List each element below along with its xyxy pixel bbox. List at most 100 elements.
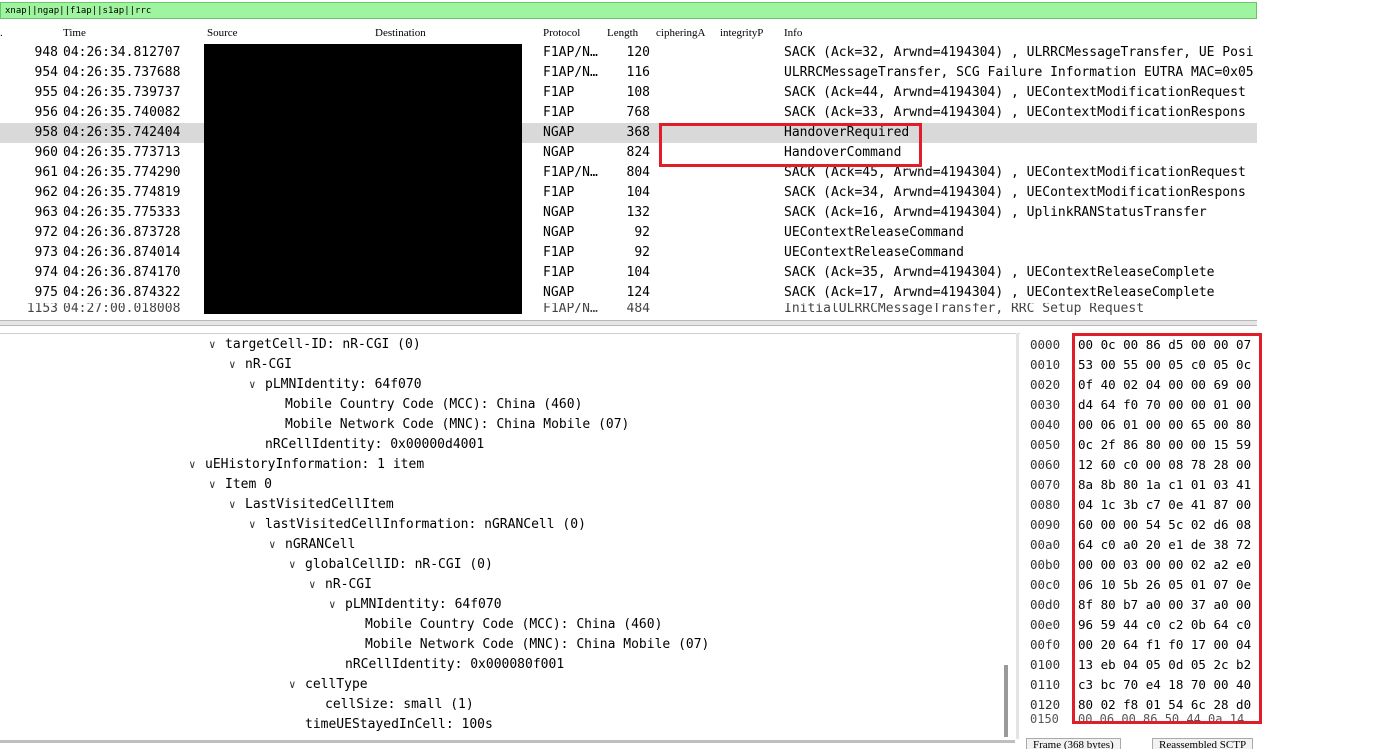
chevron-down-icon[interactable]: ∨ xyxy=(209,335,225,355)
tree-node[interactable]: Mobile Country Code (MCC): China (460) xyxy=(349,615,662,635)
chevron-down-icon[interactable]: ∨ xyxy=(209,475,225,495)
col-header-source[interactable]: Source xyxy=(207,27,238,39)
packet-info: UEContextReleaseCommand xyxy=(784,225,965,240)
packet-row[interactable]: 975 04:26:36.874322 NGAP 124 SACK (Ack=17, A… xyxy=(0,283,1257,303)
tree-node-label: pLMNIdentity: 64f070 xyxy=(345,597,502,612)
packet-no: 961 xyxy=(34,165,58,180)
tree-node[interactable]: ∨ pLMNIdentity: 64f070 xyxy=(249,375,422,395)
hex-offset: 0060 xyxy=(1030,457,1061,472)
col-header-ciphering[interactable]: cipheringA xyxy=(656,27,714,39)
packet-no: 962 xyxy=(34,185,58,200)
tree-node[interactable]: ∨ lastVisitedCellInformation: nGRANCell (… xyxy=(249,515,586,535)
packet-length: 804 xyxy=(626,165,650,180)
chevron-down-icon[interactable]: ∨ xyxy=(269,535,285,555)
tree-node-label: nRCellIdentity: 0x000080f001 xyxy=(345,657,565,672)
hex-offset: 0090 xyxy=(1030,517,1061,532)
tree-node[interactable]: ∨ pLMNIdentity: 64f070 xyxy=(329,595,502,615)
packet-row[interactable]: 961 04:26:35.774290 F1AP/N… 804 SACK (Ack=45… xyxy=(0,163,1257,183)
tree-node[interactable]: Mobile Country Code (MCC): China (460) xyxy=(269,395,582,415)
tree-node[interactable]: ∨ nR-CGI xyxy=(229,355,292,375)
tree-node[interactable]: ∨ LastVisitedCellItem xyxy=(229,495,394,515)
col-header-no[interactable]: . xyxy=(0,27,10,39)
packet-row[interactable]: 972 04:26:36.873728 NGAP 92 UEContextRelease… xyxy=(0,223,1257,243)
packet-row[interactable]: 962 04:26:35.774819 F1AP 104 SACK (Ack=34, A… xyxy=(0,183,1257,203)
packet-info: ULRRCMessageTransfer, SCG Failure Inform… xyxy=(784,65,1254,80)
packet-time: 04:26:35.737688 xyxy=(63,65,181,80)
col-header-time[interactable]: Time xyxy=(63,27,86,39)
packet-protocol: NGAP xyxy=(543,285,575,300)
bottom-scrollbar[interactable] xyxy=(0,740,1015,743)
packet-row[interactable]: 960 04:26:35.773713 NGAP 824 HandoverCommand xyxy=(0,143,1257,163)
packet-row[interactable]: 955 04:26:35.739737 F1AP 108 SACK (Ack=44, A… xyxy=(0,83,1257,103)
packet-protocol: NGAP xyxy=(543,205,575,220)
tree-node[interactable]: ∨ cellType xyxy=(289,675,368,695)
packet-protocol: NGAP xyxy=(543,145,575,160)
packet-time: 04:26:35.774290 xyxy=(63,165,181,180)
packet-protocol: F1AP/N… xyxy=(543,45,598,60)
display-filter-bar[interactable] xyxy=(0,2,1257,19)
packet-row[interactable]: 963 04:26:35.775333 NGAP 132 SACK (Ack=16, A… xyxy=(0,203,1257,223)
redacted-addresses xyxy=(204,44,522,314)
col-header-length[interactable]: Length xyxy=(607,27,638,39)
tree-node[interactable]: Mobile Network Code (MNC): China Mobile … xyxy=(269,415,629,435)
packet-no: 963 xyxy=(34,205,58,220)
packet-row[interactable]: 956 04:26:35.740082 F1AP 768 SACK (Ack=33, A… xyxy=(0,103,1257,123)
packet-row[interactable]: 954 04:26:35.737688 F1AP/N… 116 ULRRCMessage… xyxy=(0,63,1257,83)
details-scrollbar[interactable] xyxy=(1004,665,1008,737)
tree-node-label: pLMNIdentity: 64f070 xyxy=(265,377,422,392)
chevron-down-icon[interactable]: ∨ xyxy=(189,455,205,475)
packet-row[interactable]: 948 04:26:34.812707 F1AP/N… 120 SACK (Ack=32… xyxy=(0,43,1257,63)
packet-no: 960 xyxy=(34,145,58,160)
partial-row-info: InitialULRRCMessageTransfer, RRC Setup R… xyxy=(784,303,1145,315)
chevron-down-icon[interactable]: ∨ xyxy=(289,675,305,695)
col-header-protocol[interactable]: Protocol xyxy=(543,27,580,39)
chevron-down-icon[interactable]: ∨ xyxy=(309,575,325,595)
packet-time: 04:26:36.873728 xyxy=(63,225,181,240)
chevron-down-icon[interactable]: ∨ xyxy=(229,355,245,375)
hex-offset: 00d0 xyxy=(1030,597,1061,612)
packet-row[interactable]: 958 04:26:35.742404 NGAP 368 HandoverRequire… xyxy=(0,123,1257,143)
packet-list[interactable]: . Time Source Destination Protocol Lengt… xyxy=(0,24,1257,314)
tree-node[interactable]: ∨ nR-CGI xyxy=(309,575,372,595)
packet-details-tree[interactable]: ∨ targetCell-ID: nR-CGI (0) ∨ nR-CGI ∨ pLMNId… xyxy=(0,335,1015,740)
hex-offset: 0110 xyxy=(1030,677,1061,692)
tree-node[interactable]: Mobile Network Code (MNC): China Mobile … xyxy=(349,635,709,655)
pane-splitter[interactable] xyxy=(0,320,1257,326)
tab-frame-bytes[interactable]: Frame (368 bytes) xyxy=(1026,738,1121,749)
tree-node[interactable]: nRCellIdentity: 0x000080f001 xyxy=(329,655,564,675)
packet-row[interactable]: 973 04:26:36.874014 F1AP 92 UEContextRelease… xyxy=(0,243,1257,263)
display-filter-input[interactable] xyxy=(5,4,1245,17)
col-header-integrity[interactable]: integrityP xyxy=(720,27,778,39)
tree-node[interactable]: ∨ uEHistoryInformation: 1 item xyxy=(189,455,424,475)
tree-node-label: globalCellID: nR-CGI (0) xyxy=(305,557,493,572)
packet-time: 04:26:35.739737 xyxy=(63,85,181,100)
details-hex-splitter[interactable] xyxy=(1016,333,1019,739)
packet-no: 973 xyxy=(34,245,58,260)
chevron-down-icon[interactable]: ∨ xyxy=(289,555,305,575)
col-header-destination[interactable]: Destination xyxy=(375,27,426,39)
tree-node-label: nRCellIdentity: 0x00000d4001 xyxy=(265,437,485,452)
tree-node[interactable]: nRCellIdentity: 0x00000d4001 xyxy=(249,435,484,455)
packet-protocol: F1AP xyxy=(543,185,575,200)
tree-node[interactable]: ∨ targetCell-ID: nR-CGI (0) xyxy=(209,335,421,355)
packet-row-partial[interactable]: 1153 04:27:00.018008 F1AP/N… 484 Initial… xyxy=(0,303,1257,315)
chevron-down-icon[interactable]: ∨ xyxy=(329,595,345,615)
tree-node[interactable]: ∨ nGRANCell xyxy=(269,535,355,555)
chevron-down-icon[interactable]: ∨ xyxy=(229,495,245,515)
col-header-info[interactable]: Info xyxy=(784,27,802,39)
packet-length: 104 xyxy=(626,265,650,280)
packet-length: 116 xyxy=(626,65,650,80)
partial-row-time: 04:27:00.018008 xyxy=(63,303,181,315)
tree-node[interactable]: ∨ Item 0 xyxy=(209,475,272,495)
packet-row[interactable]: 974 04:26:36.874170 F1AP 104 SACK (Ack=35, A… xyxy=(0,263,1257,283)
chevron-down-icon[interactable]: ∨ xyxy=(249,375,265,395)
packet-length: 368 xyxy=(626,125,650,140)
tree-node[interactable]: ∨ globalCellID: nR-CGI (0) xyxy=(289,555,493,575)
tree-node[interactable]: timeUEStayedInCell: 100s xyxy=(289,715,493,735)
hex-offset: 00e0 xyxy=(1030,617,1061,632)
packet-info: SACK (Ack=35, Arwnd=4194304) , UEContext… xyxy=(784,265,1215,280)
tree-node[interactable]: cellSize: small (1) xyxy=(309,695,474,715)
packet-info: SACK (Ack=34, Arwnd=4194304) , UEContext… xyxy=(784,185,1246,200)
chevron-down-icon[interactable]: ∨ xyxy=(249,515,265,535)
tab-reassembled-sctp[interactable]: Reassembled SCTP xyxy=(1152,738,1254,749)
